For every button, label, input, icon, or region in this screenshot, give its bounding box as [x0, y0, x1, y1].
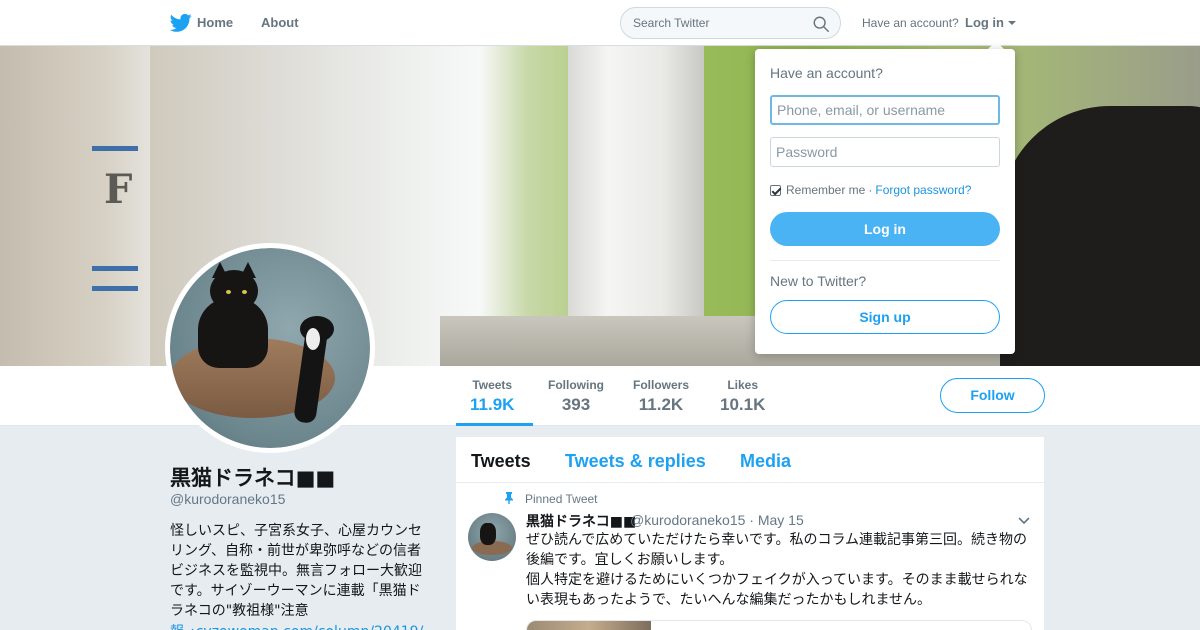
cat-ear	[240, 262, 256, 278]
profile-handle[interactable]: @kurodoraneko15	[170, 491, 285, 507]
login-menu-link[interactable]: Log in	[965, 15, 1004, 30]
banner-stripe	[92, 286, 138, 291]
cat-eye	[226, 290, 231, 294]
tweet-avatar-cat	[480, 523, 496, 545]
cat-ear	[212, 262, 228, 278]
profile-name: 黒猫ドラネコ■■	[170, 466, 336, 490]
new-to-twitter-text: New to Twitter?	[770, 273, 867, 289]
stat-followers[interactable]: Followers 11.2K	[633, 378, 689, 415]
search-icon[interactable]	[812, 15, 830, 33]
stat-label: Tweets	[472, 378, 513, 392]
separator: ·	[868, 183, 873, 197]
tweet-text-paragraph: ぜひ読んで広めていただけたら幸いです。私のコラム連載記事第三回。続き物の後編です…	[526, 532, 1028, 568]
tab-tweets-replies[interactable]: Tweets & replies	[565, 451, 706, 472]
avatar[interactable]	[165, 243, 375, 453]
profile-bio-link[interactable]: 報→cyzowoman.com/column/20419/	[170, 621, 423, 630]
twitter-bird-icon[interactable]	[170, 13, 192, 33]
forgot-password-link[interactable]: Forgot password?	[875, 183, 971, 197]
stat-label: Likes	[727, 378, 759, 392]
dropdown-arrow	[988, 41, 1004, 49]
stat-following[interactable]: Following 393	[548, 378, 604, 415]
password-field[interactable]	[770, 137, 1000, 167]
top-navigation: Home About Search Twitter Have an accoun…	[0, 0, 1200, 46]
tweet-author-name[interactable]: 黒猫ドラネコ■■	[526, 511, 636, 531]
nav-about-link[interactable]: About	[261, 15, 299, 30]
chevron-down-icon[interactable]	[1018, 517, 1030, 525]
tweet-text-paragraph: 個人特定を避けるためにいくつかフェイクが入っています。そのまま載せられない表現も…	[526, 572, 1028, 608]
banner-cat	[1000, 106, 1200, 366]
pinned-tweet-label: Pinned Tweet	[525, 492, 598, 506]
search-box[interactable]: Search Twitter	[620, 7, 841, 39]
have-account-text: Have an account?	[862, 16, 959, 30]
login-button[interactable]: Log in	[770, 212, 1000, 246]
stat-value: 11.2K	[638, 395, 684, 414]
tweet-text: ぜひ読んで広めていただけたら幸いです。私のコラム連載記事第三回。続き物の後編です…	[526, 530, 1036, 610]
stat-likes[interactable]: Likes 10.1K	[720, 378, 765, 415]
avatar-photo	[170, 248, 370, 448]
timeline-tabs: Tweets Tweets & replies Media	[456, 437, 1044, 483]
chevron-down-icon[interactable]	[1008, 21, 1016, 25]
stat-value: 10.1K	[720, 395, 766, 414]
tweet-avatar[interactable]	[468, 513, 516, 561]
dropdown-title: Have an account?	[770, 65, 883, 81]
banner-stripe	[92, 146, 138, 151]
remember-me-row: Remember me · Forgot password?	[770, 183, 971, 197]
follow-button[interactable]: Follow	[940, 378, 1045, 413]
divider	[770, 260, 1000, 261]
tweet-media-image	[527, 621, 651, 630]
search-input[interactable]: Search Twitter	[633, 16, 709, 30]
banner-stripe	[92, 266, 138, 271]
tweet-meta[interactable]: @kurodoraneko15 · May 15	[630, 512, 804, 528]
username-field[interactable]	[770, 95, 1000, 125]
banner-sack-letter: F	[104, 166, 133, 213]
remember-me-label[interactable]: Remember me	[786, 183, 865, 197]
checkbox-checked-icon[interactable]	[770, 184, 781, 196]
goose-cheek	[306, 328, 320, 350]
tab-media[interactable]: Media	[740, 451, 791, 472]
stat-value: 393	[561, 395, 591, 414]
stat-label: Following	[548, 378, 604, 392]
pin-icon	[505, 492, 513, 504]
stat-tweets[interactable]: Tweets 11.9K	[470, 378, 514, 415]
stat-label: Followers	[633, 378, 690, 392]
profile-bio: 怪しいスピ、子宮系女子、心屋カウンセリング、自称・前世が卑弥呼などの信者ビジネス…	[170, 523, 422, 619]
login-dropdown: Have an account? Remember me · Forgot pa…	[755, 49, 1015, 354]
signup-button[interactable]: Sign up	[770, 300, 1000, 334]
tweet-media-card[interactable]	[526, 620, 1032, 630]
cat-eye	[242, 290, 247, 294]
active-stat-indicator	[456, 423, 533, 426]
tab-tweets[interactable]: Tweets	[471, 451, 531, 472]
nav-home-link[interactable]: Home	[197, 15, 233, 30]
stat-value: 11.9K	[470, 395, 515, 414]
timeline: Tweets Tweets & replies Media Pinned Twe…	[456, 437, 1044, 630]
